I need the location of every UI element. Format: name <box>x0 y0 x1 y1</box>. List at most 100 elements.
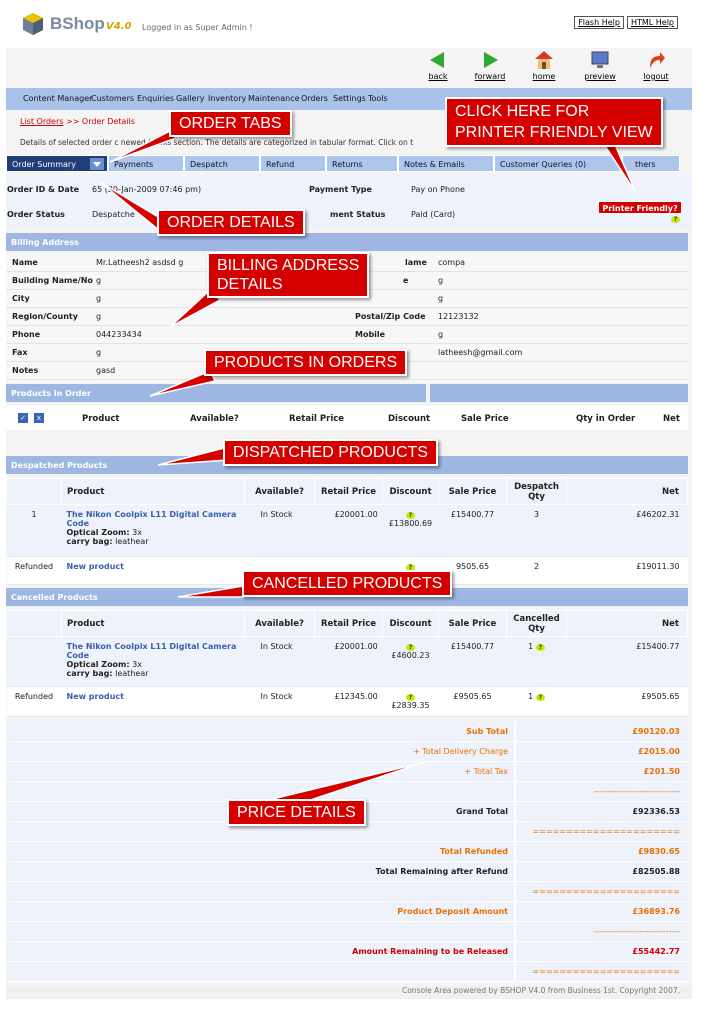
column-header: Product <box>61 610 245 637</box>
back-button[interactable]: back <box>418 50 458 81</box>
brand-name: BShop <box>50 14 105 33</box>
product-cell: The Nikon Coolpix L11 Digital Camera Cod… <box>61 504 245 557</box>
sale-price: £15400.77 <box>438 504 507 557</box>
order-status-value: Despatche <box>92 210 135 219</box>
home-button[interactable]: home <box>524 50 564 81</box>
separator-line: ====================== <box>532 887 680 896</box>
nav-icons: back forward home preview logout <box>418 50 688 86</box>
product-cell: New product <box>61 686 245 717</box>
tab-others[interactable]: thers <box>622 155 680 172</box>
printer-friendly-button[interactable]: Printer Friendly? <box>598 201 682 214</box>
price-row: Total Refunded £9830.65 <box>6 842 688 862</box>
product-link[interactable]: New product <box>67 692 124 701</box>
help-icon[interactable]: ? <box>406 694 415 701</box>
order-id-label: Order ID & Date <box>7 185 80 194</box>
tab-order-summary[interactable]: Order Summary <box>6 155 108 172</box>
tab-payments[interactable]: Payments <box>108 155 184 172</box>
product-cell: New product <box>61 556 245 585</box>
list-orders-link[interactable]: List Orders <box>20 117 63 126</box>
help-icon[interactable]: ? <box>406 644 415 651</box>
price-label: + Total Delivery Charge <box>413 747 508 756</box>
html-help-link[interactable]: HTML Help <box>626 16 678 29</box>
column-header: Cancelled Qty <box>506 610 567 637</box>
price-value: £9830.65 <box>637 847 680 856</box>
table-header-row: Product Available? Retail Price Discount… <box>6 478 688 505</box>
product-link[interactable]: New product <box>67 562 124 571</box>
column-header: Sale Price <box>438 610 507 637</box>
separator-line: ====================== <box>532 827 680 836</box>
retail-price: £20001.00 <box>314 636 383 687</box>
breadcrumb: List Orders >> Order Details <box>20 117 135 126</box>
column-header: Retail Price <box>314 478 383 505</box>
menu-tools[interactable]: Tools <box>368 94 388 103</box>
menu-settings[interactable]: Settings <box>333 94 366 103</box>
discount-cell: ? £13800.69 <box>382 504 439 557</box>
price-row: ====================== <box>6 962 688 982</box>
menu-orders[interactable]: Orders <box>301 94 328 103</box>
help-icon[interactable]: ? <box>535 694 545 701</box>
logout-button[interactable]: logout <box>636 50 676 81</box>
price-label: Product Deposit Amount <box>397 907 508 916</box>
footer: Console Area powered by BSHOP V4.0 from … <box>6 986 692 999</box>
row-index: 1 <box>6 504 62 557</box>
price-row: Product Deposit Amount £36893.76 <box>6 902 688 922</box>
tab-refund[interactable]: Refund <box>260 155 326 172</box>
flash-help-link[interactable]: Flash Help <box>574 16 624 29</box>
product-link[interactable]: The Nikon Coolpix L11 Digital Camera Cod… <box>67 510 245 528</box>
menu-gallery[interactable]: Gallery <box>176 94 205 103</box>
price-label: + Total Tax <box>464 767 508 776</box>
option-value: 3x <box>129 528 142 537</box>
payment-status-value: Paid (Card) <box>411 210 456 219</box>
column-header <box>6 478 62 505</box>
home-icon <box>535 51 553 69</box>
tab-returns[interactable]: Returns <box>326 155 398 172</box>
column-header: Retail Price <box>289 414 345 424</box>
price-value: £2015.00 <box>637 747 680 756</box>
menu-customers[interactable]: Customers <box>91 94 134 103</box>
menu-enquiries[interactable]: Enquiries <box>137 94 174 103</box>
check-all-icon[interactable]: ✓ <box>18 413 28 423</box>
billing-row: Region/County g Postal/Zip Code 12123132 <box>6 308 688 326</box>
callout-products-in-orders: PRODUCTS IN ORDERS <box>204 349 408 376</box>
column-header: Discount <box>382 610 439 637</box>
price-row: ====================== <box>6 882 688 902</box>
product-link[interactable]: The Nikon Coolpix L11 Digital Camera Cod… <box>67 642 245 660</box>
availability: In Stock <box>244 504 315 557</box>
help-icon[interactable]: ? <box>671 216 680 223</box>
uncheck-all-icon[interactable]: x <box>34 413 44 423</box>
retail-price: £20001.00 <box>314 504 383 557</box>
admin-page: BShop V4.0 Logged in as Super Admin ! Fl… <box>6 4 692 999</box>
menu-content-manager[interactable]: Content Manager <box>23 94 92 103</box>
price-label: Total Refunded <box>440 847 508 856</box>
column-header: Available? <box>190 414 239 424</box>
column-header: Sale Price <box>461 414 509 424</box>
chevron-down-icon[interactable] <box>90 158 104 170</box>
tab-customer-queries[interactable]: Customer Queries (0) <box>494 155 622 172</box>
help-icon[interactable]: ? <box>535 644 545 651</box>
order-tabs: Order Summary Payments Despatch Refund R… <box>6 155 680 172</box>
price-row: Sub Total £90120.03 <box>6 722 688 742</box>
order-id-value: 65 (20-Jan-2009 07:46 pm) <box>92 185 202 194</box>
option-value: leathear <box>112 669 149 678</box>
row-index <box>6 636 62 687</box>
logged-in-text: Logged in as Super Admin ! <box>142 23 253 32</box>
payment-type-value: Pay on Phone <box>411 185 465 194</box>
help-icon[interactable]: ? <box>406 512 415 519</box>
menu-inventory[interactable]: Inventory <box>208 94 246 103</box>
products-in-order-header: Products in Order <box>6 384 426 402</box>
row-index: Refunded <box>6 686 62 717</box>
forward-arrow-icon <box>484 52 498 68</box>
price-row: + Total Tax £201.50 <box>6 762 688 782</box>
callout-order-details: ORDER DETAILS <box>157 209 305 236</box>
billing-address-header: Billing Address <box>6 233 688 251</box>
menu-maintenance[interactable]: Maintenance <box>248 94 300 103</box>
forward-button[interactable]: forward <box>470 50 510 81</box>
sale-price: £15400.77 <box>438 636 507 687</box>
billing-row: Phone 044233434 Mobile g <box>6 326 688 344</box>
table-row: 1 The Nikon Coolpix L11 Digital Camera C… <box>6 504 688 557</box>
preview-button[interactable]: preview <box>580 50 620 81</box>
column-header: Product <box>61 478 245 505</box>
tab-notes-emails[interactable]: Notes & Emails <box>398 155 494 172</box>
tab-despatch[interactable]: Despatch <box>184 155 260 172</box>
net-value: £46202.31 <box>566 504 688 557</box>
